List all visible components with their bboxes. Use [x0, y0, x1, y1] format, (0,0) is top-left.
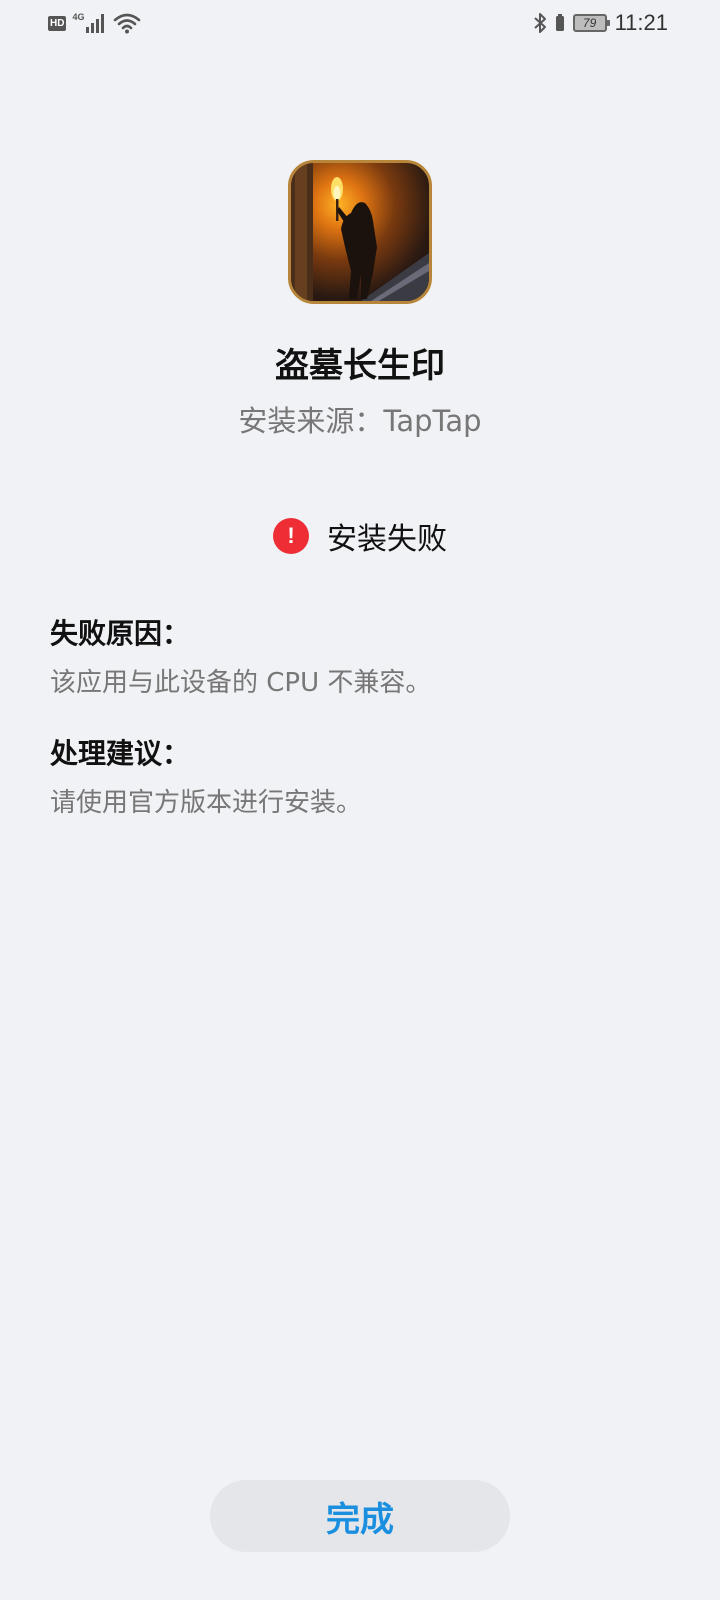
signal-icon: 4G [72, 13, 107, 33]
status-bar-left: HD 4G [48, 12, 141, 34]
failure-reason-title: 失败原因： [50, 617, 191, 650]
clock: 11:21 [614, 10, 668, 35]
hd-badge: HD [48, 15, 67, 31]
status-bar-right: 79 11:21 [533, 10, 668, 36]
app-name: 盗墓长生印 [275, 346, 445, 386]
install-status-text: 安装失败 [327, 522, 447, 557]
install-source: 安装来源：TapTap [238, 404, 482, 438]
install-result-screen: HD 4G 79 11:21 盗墓长生印 安装来源：TapTap ! 安装失败 … [0, 0, 720, 1600]
battery-indicator: 79 [572, 14, 610, 32]
suggestion-text: 请使用官方版本进行安装。 [50, 788, 363, 818]
done-button[interactable]: 完成 [210, 1480, 510, 1552]
network-type: 4G [72, 12, 85, 22]
vibrate-icon [555, 14, 564, 31]
status-bar: HD 4G 79 11:21 [0, 0, 720, 48]
signal-bars-icon [86, 14, 105, 33]
wifi-icon [114, 13, 141, 34]
bluetooth-icon [533, 13, 546, 33]
app-game-icon [288, 160, 432, 304]
app-icon-art [291, 163, 429, 301]
failure-reason-text: 该应用与此设备的 CPU 不兼容。 [50, 668, 432, 698]
install-status: ! 安装失败 [0, 514, 720, 558]
suggestion-title: 处理建议： [50, 737, 191, 770]
error-icon: ! [273, 518, 309, 554]
